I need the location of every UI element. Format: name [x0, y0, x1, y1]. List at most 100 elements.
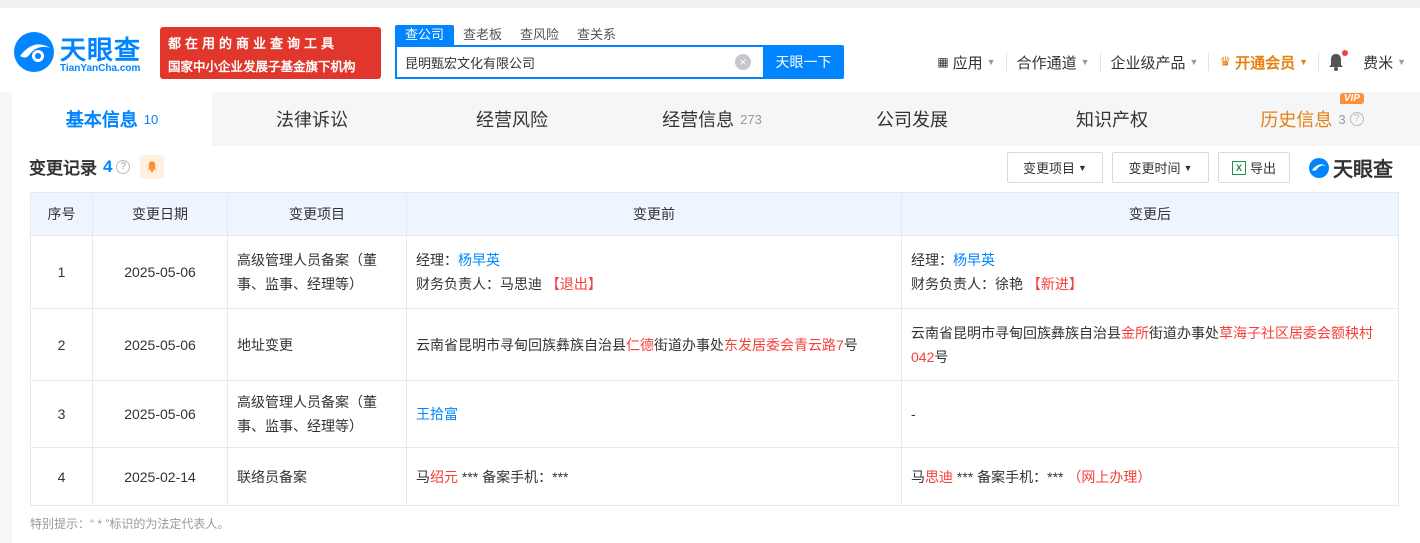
cell-date: 2025-05-06: [92, 380, 228, 448]
role-label: 财务负责人：: [416, 276, 500, 292]
addr-diff: 金所: [1121, 324, 1149, 341]
chevron-down-icon: ▼: [1080, 57, 1090, 67]
tab-business-risk[interactable]: 经营风险: [412, 92, 612, 146]
company-tabs: 基本信息 10 法律诉讼 经营风险 经营信息 273 公司发展 知识产权 历史信…: [12, 92, 1420, 146]
nav-enterprise-label: 企业级产品: [1110, 54, 1186, 72]
nav-apps[interactable]: ▦ 应用 ▼: [927, 52, 1005, 73]
logo-subtext: TianYanCha.com: [60, 63, 141, 74]
table-header-row: 序号 变更日期 变更项目 变更前 变更后: [30, 192, 1399, 236]
tab-label: 经营信息: [662, 110, 735, 130]
filter-change-time-dropdown[interactable]: 变更时间 ▼: [1112, 152, 1209, 183]
cell-after: 马思迪 *** 备案手机：*** （网上办理）: [901, 447, 1399, 506]
cell-before: 马绍元 *** 备案手机：***: [406, 447, 902, 506]
tab-business-info[interactable]: 经营信息 273: [612, 92, 812, 146]
caret-down-icon: ▼: [1183, 162, 1193, 173]
tab-label: 法律诉讼: [276, 110, 348, 130]
search-tab-risk[interactable]: 查风险: [511, 25, 568, 45]
tab-lawsuits[interactable]: 法律诉讼: [212, 92, 412, 146]
help-icon[interactable]: ?: [1349, 112, 1364, 126]
tab-label: 历史信息: [1260, 110, 1333, 130]
search-tab-company[interactable]: 查公司: [395, 25, 455, 45]
col-header-no: 序号: [30, 192, 93, 236]
unread-dot: [1342, 50, 1349, 56]
tab-history[interactable]: 历史信息 3 ? VIP: [1212, 92, 1412, 146]
top-nav: ▦ 应用 ▼ 合作通道 ▼ 企业级产品 ▼ ♛ 开通会员 ▼ 费米 ▼: [927, 50, 1420, 74]
banner-line-2: 国家中小企业发展子基金旗下机构: [168, 60, 356, 74]
chevron-down-icon: ▼: [1397, 57, 1406, 67]
nav-enterprise[interactable]: 企业级产品 ▼: [1101, 52, 1209, 73]
search-tab-boss[interactable]: 查老板: [454, 25, 511, 45]
brand-text: 天眼查: [1333, 159, 1393, 181]
tab-basic-info[interactable]: 基本信息 10: [12, 92, 212, 146]
addr-part: 号: [843, 336, 858, 353]
text-diff: 绍元: [430, 468, 458, 485]
search-type-tabs: 查公司 查老板 查风险 查关系: [395, 25, 625, 45]
export-label: 导出: [1249, 161, 1276, 176]
addr-diff: 仁德: [626, 336, 654, 353]
chevron-down-icon: ▼: [1299, 57, 1309, 67]
clear-icon[interactable]: ×: [735, 54, 751, 70]
export-button[interactable]: X 导出: [1218, 152, 1290, 183]
crown-icon: ♛: [1219, 54, 1232, 69]
search-tab-relation[interactable]: 查关系: [568, 25, 625, 45]
cell-date: 2025-05-06: [92, 235, 228, 309]
nav-user[interactable]: 费米 ▼: [1353, 52, 1420, 73]
nav-vip-label: 开通会员: [1235, 54, 1296, 72]
nav-vip[interactable]: ♛ 开通会员 ▼: [1209, 52, 1318, 73]
tab-count: 273: [740, 111, 762, 127]
addr-part: 街道办事处: [1149, 324, 1219, 341]
table-row: 4 2025-02-14 联络员备案 马绍元 *** 备案手机：*** 马思迪 …: [30, 447, 1399, 506]
col-header-after: 变更后: [901, 192, 1399, 236]
online-tag: （网上办理）: [1067, 468, 1152, 485]
brand-watermark: 天眼查: [1308, 153, 1393, 182]
addr-part: 云南省昆明市寻甸回族彝族自治县: [911, 324, 1121, 341]
person-link[interactable]: 杨早英: [953, 252, 995, 268]
filter-label: 变更项目: [1023, 161, 1076, 176]
search-box: ×: [395, 45, 763, 79]
search-button[interactable]: 天眼一下: [763, 45, 844, 79]
help-icon[interactable]: ?: [116, 159, 131, 174]
nav-divider: [1318, 53, 1320, 71]
tab-development[interactable]: 公司发展: [812, 92, 1012, 146]
nav-user-label: 费米: [1363, 54, 1394, 72]
tab-label: 基本信息: [65, 110, 138, 130]
chevron-down-icon: ▼: [1189, 57, 1199, 67]
role-label: 财务负责人：: [911, 276, 995, 292]
cell-no: 4: [30, 447, 93, 506]
role-label: 经理：: [911, 252, 953, 268]
addr-part: 街道办事处: [654, 336, 724, 353]
monitor-bell-button[interactable]: [140, 154, 165, 179]
addr-part: 号: [934, 348, 949, 365]
tab-ip[interactable]: 知识产权: [1012, 92, 1212, 146]
cell-no: 3: [30, 380, 93, 448]
cell-item: 高级管理人员备案（董事、监事、经理等）: [227, 380, 407, 448]
new-tag: 【新进】: [1026, 276, 1083, 292]
table-row: 2 2025-05-06 地址变更 云南省昆明市寻甸回族彝族自治县仁德街道办事处…: [30, 308, 1399, 381]
vip-badge: VIP: [1339, 93, 1364, 104]
tianyancha-logo[interactable]: 天眼查 TianYanCha.com: [12, 28, 152, 78]
person-name: 徐艳: [995, 276, 1023, 292]
person-link[interactable]: 杨早英: [458, 252, 500, 268]
notification-bell-icon[interactable]: [1327, 50, 1349, 72]
change-record-table: 序号 变更日期 变更项目 变更前 变更后 1 2025-05-06 高级管理人员…: [30, 192, 1399, 506]
exit-tag: 【退出】: [545, 276, 602, 292]
cell-after: 云南省昆明市寻甸回族彝族自治县金所街道办事处草海子社区居委会额秧村042号: [901, 308, 1399, 381]
cell-after: -: [901, 380, 1399, 448]
slogan-banner: 都在用的商业查询工具 国家中小企业发展子基金旗下机构: [160, 27, 381, 79]
cell-before: 云南省昆明市寻甸回族彝族自治县仁德街道办事处东发居委会青云路7号: [406, 308, 902, 381]
cell-before: 王拾富: [406, 380, 902, 448]
cell-date: 2025-02-14: [92, 447, 228, 506]
person-link[interactable]: 王拾富: [416, 406, 458, 422]
tab-label: 经营风险: [476, 110, 548, 130]
logo-text: 天眼查: [60, 35, 142, 65]
filter-change-item-dropdown[interactable]: 变更项目 ▼: [1007, 152, 1103, 183]
search-input[interactable]: [397, 47, 717, 77]
cell-no: 1: [30, 235, 93, 309]
logo-eye-icon: [1309, 157, 1329, 178]
caret-down-icon: ▼: [1078, 162, 1087, 173]
cell-item: 高级管理人员备案（董事、监事、经理等）: [227, 235, 407, 309]
text-part: *** 备案手机：***: [458, 468, 569, 485]
col-header-date[interactable]: 变更日期: [92, 192, 228, 236]
cell-after: 经理：杨早英 财务负责人：徐艳 【新进】: [901, 235, 1399, 309]
nav-channel[interactable]: 合作通道 ▼: [1007, 52, 1100, 73]
